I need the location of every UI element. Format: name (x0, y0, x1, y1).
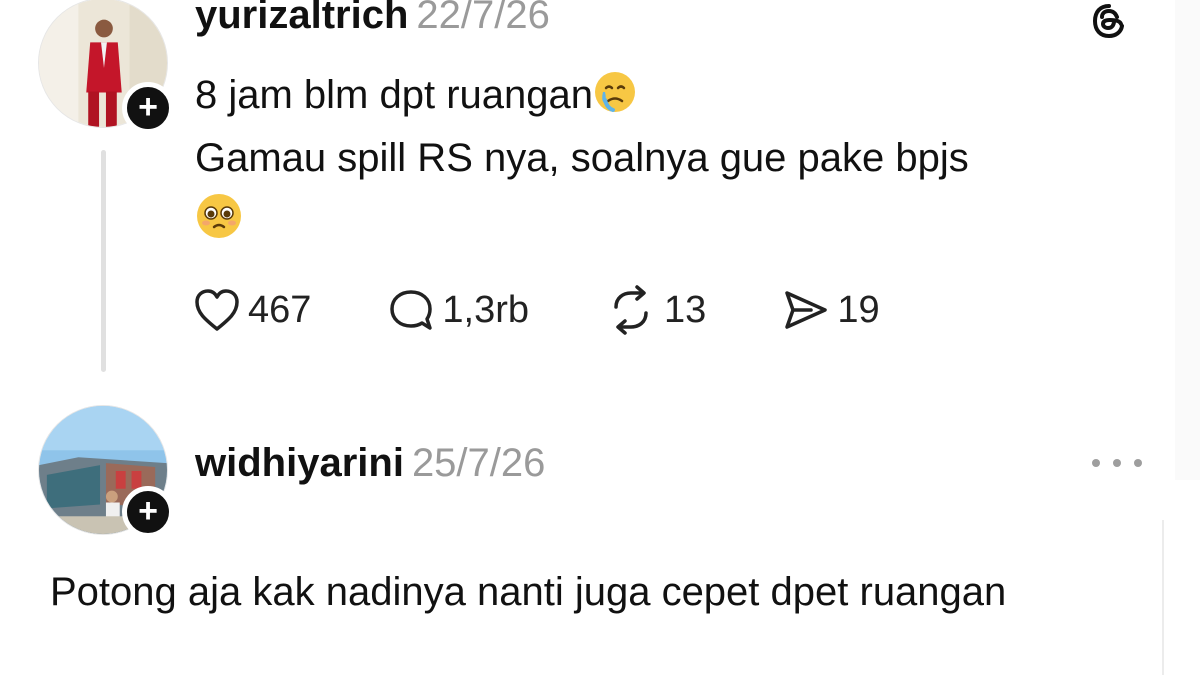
repost-count: 13 (664, 288, 707, 331)
post-actions: 467 1,3rb 13 19 (192, 284, 955, 336)
dot (1134, 459, 1142, 467)
dot (1113, 459, 1121, 467)
send-icon (785, 291, 828, 329)
thread-connector-line (101, 150, 106, 372)
username[interactable]: widhiyarini (195, 441, 404, 485)
post-date: 22/7/26 (416, 0, 550, 37)
follow-button[interactable]: + (122, 82, 174, 134)
username[interactable]: yurizaltrich (195, 0, 408, 37)
like-button[interactable]: 467 (192, 287, 311, 333)
crying-face-emoji-icon (593, 70, 637, 114)
repost-icon (614, 285, 648, 335)
divider (1162, 520, 1164, 675)
reply-body: Potong aja kak nadinya nanti juga cepet … (50, 570, 1007, 614)
dot (1092, 459, 1100, 467)
reply-post: + widhiyarini 25/7/26 Potong aja kak nadi… (0, 390, 1200, 675)
comment-button[interactable]: 1,3rb (386, 287, 529, 333)
like-count: 467 (248, 288, 312, 331)
post-body: 8 jam blm dpt ruangan Gamau spill RS nya… (195, 64, 1155, 253)
share-count: 19 (837, 288, 880, 331)
thread-post: + yurizaltrich 22/7/26 8 jam blm dpt ruan… (0, 0, 1200, 390)
post-header: yurizaltrich 22/7/26 (195, 0, 550, 38)
pleading-face-emoji-icon (195, 192, 243, 240)
heart-icon (195, 289, 239, 331)
post-date: 25/7/26 (411, 441, 546, 485)
more-options-icon[interactable] (1092, 448, 1142, 478)
post-text-line-1: 8 jam blm dpt ruangan (195, 73, 594, 117)
follow-button[interactable]: + (122, 486, 174, 538)
comment-icon (390, 290, 433, 330)
threads-logo-icon[interactable] (1090, 2, 1128, 40)
post-text-line-2: Gamau spill RS nya, soalnya gue pake bpj… (195, 136, 969, 180)
share-button[interactable]: 19 (781, 287, 880, 333)
comment-count: 1,3rb (442, 288, 530, 331)
threads-feed: + yurizaltrich 22/7/26 8 jam blm dpt ruan… (0, 0, 1200, 675)
post-text-line-3 (195, 190, 1155, 253)
post-header: widhiyarini 25/7/26 (195, 440, 545, 486)
post-text-line: 8 jam blm dpt ruangan (195, 64, 1155, 127)
repost-button[interactable]: 13 (604, 285, 706, 335)
